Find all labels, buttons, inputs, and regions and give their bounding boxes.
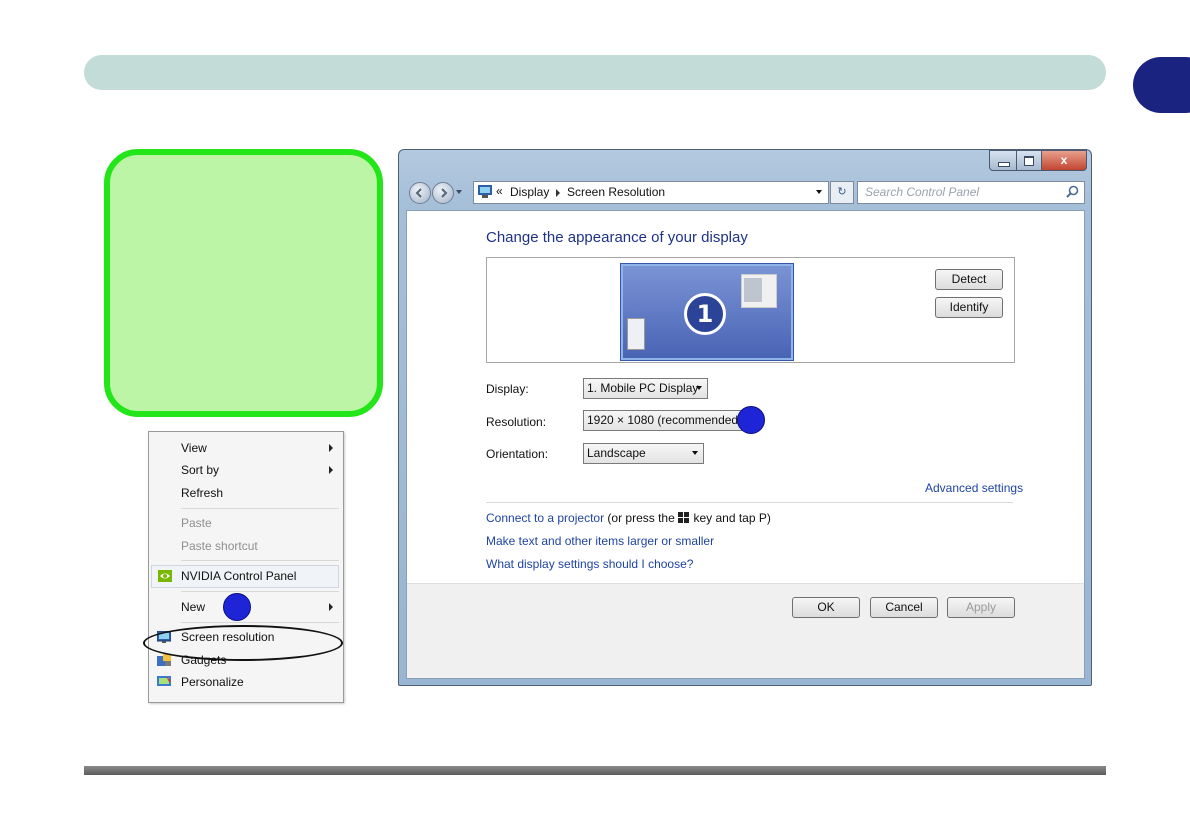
forward-arrow-icon (441, 188, 448, 198)
page-title: Change the appearance of your display (486, 229, 748, 246)
menu-separator (181, 560, 339, 561)
window-thumbnail-detail (744, 278, 762, 302)
content-pane: Change the appearance of your display 1 … (406, 210, 1085, 679)
divider (486, 502, 1013, 503)
chevron-down-icon (692, 451, 698, 455)
display-label: Display: (486, 382, 529, 396)
connect-projector-link[interactable]: Connect to a projector (486, 511, 604, 525)
advanced-settings-link[interactable]: Advanced settings (925, 481, 1023, 495)
menu-item-personalize[interactable]: Personalize (181, 672, 331, 692)
menu-item-sort-by[interactable]: Sort by (181, 460, 331, 480)
close-icon: x (1060, 153, 1068, 167)
projector-hint-suffix: key and tap P) (693, 511, 771, 525)
windows-key-icon (678, 512, 690, 523)
forward-button[interactable] (432, 182, 454, 204)
menu-item-nvidia-control-panel[interactable]: NVIDIA Control Panel (151, 565, 339, 588)
chevron-down-icon (696, 386, 702, 390)
callout-dot (737, 406, 765, 434)
display-preview: 1 Detect Identify (486, 257, 1015, 363)
menu-item-label: New (181, 600, 206, 614)
highlight-oval (143, 625, 343, 661)
address-bar[interactable]: « Display Screen Resolution (473, 181, 829, 204)
menu-separator (181, 591, 339, 592)
dialog-footer: OK Cancel Apply (407, 583, 1084, 678)
resolution-select-value: 1920 × 1080 (recommended) (587, 413, 743, 427)
minimize-button[interactable] (989, 150, 1017, 171)
menu-separator (181, 622, 339, 623)
submenu-arrow-icon (329, 466, 333, 474)
menu-item-label: Paste shortcut (181, 539, 258, 553)
close-button[interactable]: x (1041, 150, 1087, 171)
menu-item-paste[interactable]: Paste (181, 513, 331, 533)
chapter-tab (1133, 57, 1190, 113)
menu-item-label: Paste (181, 516, 212, 530)
screen-resolution-window: x « Display Screen Resolution ↻ Search C… (398, 149, 1092, 686)
submenu-arrow-icon (329, 603, 333, 611)
refresh-icon: ↻ (837, 186, 847, 198)
orientation-select-value: Landscape (587, 446, 646, 460)
resolution-select[interactable]: 1920 × 1080 (recommended) (583, 410, 749, 431)
monitor-number: 1 (684, 293, 726, 335)
text-size-link[interactable]: Make text and other items larger or smal… (486, 534, 714, 548)
menu-separator (181, 508, 339, 509)
back-arrow-icon (415, 188, 422, 198)
resolution-label: Resolution: (486, 415, 547, 429)
display-help-link[interactable]: What display settings should I choose? (486, 557, 693, 571)
recent-pages-dropdown-icon[interactable] (456, 190, 462, 194)
breadcrumb-screen-resolution[interactable]: Screen Resolution (567, 185, 665, 199)
window-thumbnail (741, 274, 777, 308)
orientation-select[interactable]: Landscape (583, 443, 704, 464)
footer-rule (84, 766, 1106, 775)
header-bar (84, 55, 1106, 90)
maximize-button[interactable] (1016, 150, 1042, 171)
menu-item-label: Personalize (181, 675, 244, 689)
address-dropdown-icon[interactable] (816, 190, 822, 194)
callout-dot (223, 593, 251, 621)
display-select[interactable]: 1. Mobile PC Display (583, 378, 708, 399)
menu-item-paste-shortcut[interactable]: Paste shortcut (181, 536, 331, 556)
cancel-button[interactable]: Cancel (870, 597, 938, 618)
menu-item-refresh[interactable]: Refresh (181, 483, 331, 503)
ok-button[interactable]: OK (792, 597, 860, 618)
menu-item-new[interactable]: New (181, 597, 331, 617)
note-box (104, 149, 383, 417)
desktop-context-menu: View Sort by Refresh Paste Paste shortcu… (143, 431, 344, 703)
breadcrumb-display[interactable]: Display (510, 185, 549, 199)
orientation-label: Orientation: (486, 447, 549, 461)
search-input[interactable]: Search Control Panel (857, 181, 1085, 204)
menu-item-label: View (181, 441, 207, 455)
projector-line: Connect to a projector (or press the key… (486, 511, 771, 525)
control-panel-icon (478, 185, 492, 198)
detect-button[interactable]: Detect (935, 269, 1003, 290)
breadcrumb-back: « (496, 184, 503, 198)
menu-item-label: NVIDIA Control Panel (181, 569, 297, 583)
minimize-icon (998, 162, 1010, 167)
menu-item-label: Sort by (181, 463, 220, 477)
projector-hint: (or press the (607, 511, 675, 525)
menu-item-label: Refresh (181, 486, 224, 500)
submenu-arrow-icon (329, 444, 333, 452)
menu-item-view[interactable]: View (181, 438, 331, 458)
breadcrumb-separator-icon[interactable] (556, 189, 560, 197)
gadgets-icon (157, 654, 171, 666)
personalize-icon (157, 676, 171, 686)
back-button[interactable] (409, 182, 431, 204)
nvidia-icon (158, 570, 172, 582)
refresh-button[interactable]: ↻ (830, 181, 854, 204)
gadget-thumbnail (627, 318, 645, 350)
identify-button[interactable]: Identify (935, 297, 1003, 318)
apply-button[interactable]: Apply (947, 597, 1015, 618)
search-placeholder: Search Control Panel (865, 185, 980, 199)
display-select-value: 1. Mobile PC Display (587, 381, 699, 395)
search-icon (1066, 185, 1079, 198)
maximize-icon (1024, 156, 1034, 166)
monitor-1-thumbnail[interactable]: 1 (621, 264, 793, 360)
